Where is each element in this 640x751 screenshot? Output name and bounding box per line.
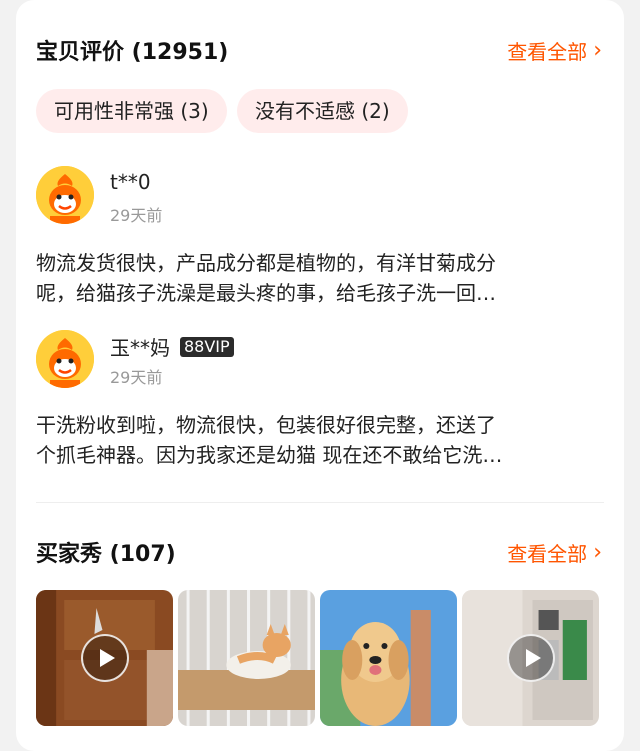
reviewer-username: t**0 [110, 170, 151, 194]
play-icon [506, 634, 555, 682]
review-line: 物流发货很快，产品成分都是植物的，有洋甘菊成分 [36, 251, 496, 275]
review-line: 呢，给猫孩子洗澡是最头疼的事，给毛孩子洗一回… [36, 281, 496, 305]
view-all-label: 查看全部 [507, 542, 588, 566]
buyer-show-view-all-link[interactable]: 查看全部 › [507, 538, 602, 567]
reviewer-username: 玉**妈 [110, 336, 170, 360]
section-divider [36, 502, 604, 503]
buyer-video-thumbnail[interactable] [36, 590, 173, 726]
buyer-video-thumbnail[interactable] [462, 590, 599, 726]
review-text[interactable]: 物流发货很快，产品成分都是植物的，有洋甘菊成分 呢，给猫孩子洗澡是最头疼的事，给… [36, 248, 604, 308]
buyer-photo-thumbnail[interactable] [320, 590, 457, 726]
review-card: 宝贝评价 (12951) 查看全部 › 可用性非常强 (3) 没有不适感 (2)… [16, 0, 624, 751]
play-icon [80, 634, 129, 682]
review-line: 个抓毛神器。因为我家还是幼猫 现在还不敢给它洗… [36, 443, 503, 467]
view-all-label: 查看全部 [507, 40, 588, 64]
buyer-show-gallery [36, 590, 599, 726]
review-text[interactable]: 干洗粉收到啦，物流很快，包装很好很完整，还送了 个抓毛神器。因为我家还是幼猫 现… [36, 410, 604, 470]
review-tag[interactable]: 可用性非常强 (3) [36, 89, 227, 133]
review-date: 29天前 [110, 368, 163, 387]
reviewer-name: 玉**妈 88VIP [110, 332, 234, 361]
buyer-show-title: 买家秀 (107) [36, 542, 176, 567]
vip-badge: 88VIP [180, 336, 234, 357]
review-date: 29天前 [110, 206, 163, 225]
avatar[interactable] [36, 166, 94, 224]
reviews-view-all-link[interactable]: 查看全部 › [507, 36, 602, 65]
avatar[interactable] [36, 330, 94, 388]
reviewer-name: t**0 [110, 170, 151, 194]
review-tag[interactable]: 没有不适感 (2) [237, 89, 408, 133]
reviews-title: 宝贝评价 (12951) [36, 40, 229, 65]
chevron-right-icon: › [593, 37, 602, 63]
chevron-right-icon: › [593, 539, 602, 565]
buyer-photo-thumbnail[interactable] [178, 590, 315, 726]
review-line: 干洗粉收到啦，物流很快，包装很好很完整，还送了 [36, 413, 496, 437]
